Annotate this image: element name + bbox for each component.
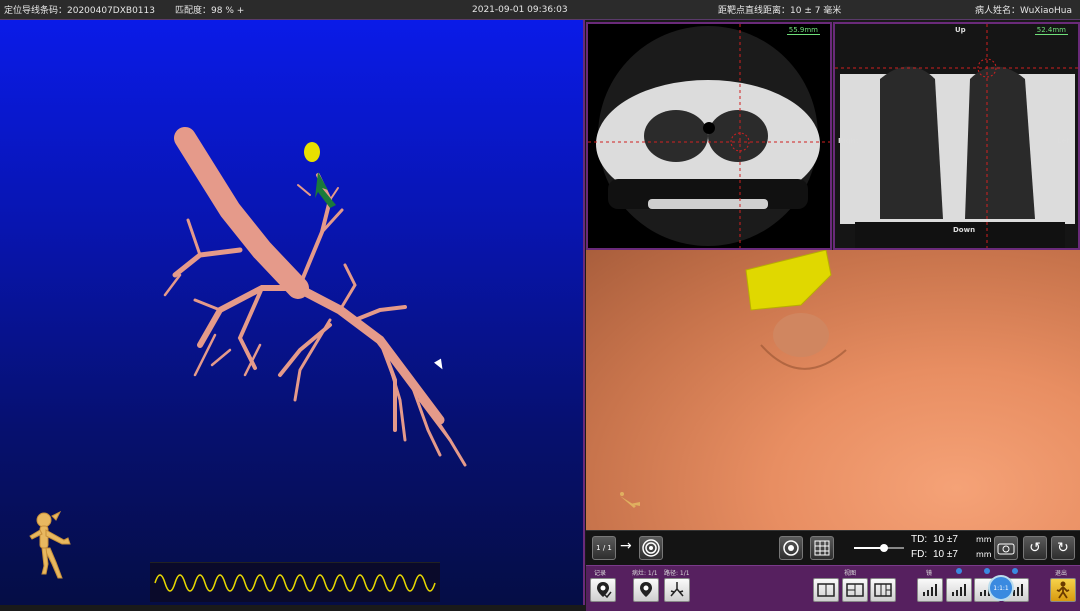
- grid-button[interactable]: [810, 536, 834, 560]
- camera-icon: [997, 543, 1015, 555]
- view-single-icon: [817, 583, 835, 597]
- fd-unit: mm: [976, 550, 992, 559]
- path-count-label: 路径: 1/1: [664, 570, 690, 577]
- ct-coronal-view[interactable]: 52.4mm Up Down Right Left: [833, 22, 1080, 250]
- td-label: TD:: [911, 534, 928, 545]
- view-single-button[interactable]: [813, 578, 839, 602]
- record-button[interactable]: [590, 578, 616, 602]
- airway-3d-view[interactable]: [0, 20, 585, 605]
- rotate-left-icon: ↺: [1029, 540, 1041, 556]
- bottom-toolbar: 记录 病灶: 1/1 路径: 1/1 视图 镜 1:1:1 退出: [586, 565, 1080, 611]
- airway-tree-model: [163, 127, 467, 467]
- exit-label: 退出: [1055, 570, 1068, 577]
- coronal-up-label: Up: [955, 26, 966, 34]
- navigate-icon: [783, 540, 799, 556]
- coronal-right-label: Right: [838, 137, 860, 145]
- respiration-waveform: [150, 562, 440, 602]
- orientation-figure-icon: [29, 510, 71, 579]
- fd-label: FD:: [911, 549, 928, 560]
- navigate-button[interactable]: [779, 536, 803, 560]
- zoom-slider-thumb[interactable]: [880, 544, 888, 552]
- td-unit: mm: [976, 535, 992, 544]
- endoscopy-figure-icon: [620, 492, 640, 508]
- step-button[interactable]: 1 / 1: [592, 536, 616, 560]
- view-triple-button[interactable]: [870, 578, 896, 602]
- coronal-down-label: Down: [953, 226, 976, 234]
- exit-button[interactable]: [1050, 578, 1076, 602]
- step-label: 1 / 1: [596, 544, 612, 552]
- target-distance-text: 距靶点直线距离：10 ± 7 毫米: [718, 6, 842, 16]
- endoscopy-control-bar: 1 / 1 → TD: 10 ±7 mm FD: 10 ±7 mm ↺ ↻: [586, 530, 1080, 565]
- target-button[interactable]: [639, 536, 663, 560]
- datetime-text: 2021-09-01 09:36:03: [472, 4, 568, 15]
- timer-badge[interactable]: 1:1:1: [988, 575, 1014, 601]
- view-double-icon: [846, 583, 864, 597]
- scope-label: 镜: [926, 570, 933, 577]
- patient-name-text: 病人姓名：WuXiaoHua: [975, 6, 1072, 16]
- camera-button[interactable]: [994, 536, 1018, 560]
- status-bar: 定位导线条码：20200407DXB0113 匹配度：98 % + 2021-0…: [0, 0, 1080, 20]
- virtual-endoscopy-view[interactable]: [586, 250, 1080, 530]
- axial-scale-label: 55.9mm: [786, 26, 820, 35]
- endoscopy-scene: [620, 250, 847, 508]
- zoom-slider[interactable]: [854, 544, 904, 552]
- path-button[interactable]: [664, 578, 690, 602]
- view-triple-icon: [874, 583, 892, 597]
- record-label: 记录: [594, 570, 607, 577]
- match-rate-text: 匹配度：98 % +: [175, 6, 245, 16]
- location-pin-icon: [597, 582, 612, 599]
- view-double-button[interactable]: [842, 578, 868, 602]
- scope-signal-2-button[interactable]: [946, 578, 972, 602]
- rotate-left-button[interactable]: ↺: [1023, 536, 1047, 560]
- lesion-count-label: 病灶: 1/1: [632, 570, 658, 577]
- signal-icon: [923, 584, 937, 596]
- lesion-button[interactable]: [633, 578, 659, 602]
- scope-status-dot: [956, 568, 962, 574]
- ct-axial-image: [588, 24, 830, 248]
- rotate-right-icon: ↻: [1057, 540, 1069, 556]
- target-icon: [642, 539, 660, 557]
- scope-status-dot: [984, 568, 990, 574]
- td-value: 10 ±7: [933, 534, 958, 545]
- arrow-right-icon: →: [620, 538, 632, 554]
- fd-value: 10 ±7: [933, 549, 958, 560]
- scope-signal-1-button[interactable]: [917, 578, 943, 602]
- ct-coronal-image: [835, 24, 1078, 248]
- rotate-right-button[interactable]: ↻: [1051, 536, 1075, 560]
- bronchus-icon: [670, 582, 684, 597]
- target-lesion: [304, 142, 320, 162]
- scope-status-dot: [1012, 568, 1018, 574]
- timer-badge-text: 1:1:1: [993, 584, 1009, 592]
- barcode-text: 定位导线条码：20200407DXB0113: [4, 6, 155, 16]
- ct-axial-view[interactable]: 55.9mm: [586, 22, 832, 250]
- grid-icon: [814, 540, 830, 556]
- coronal-scale-label: 52.4mm: [1034, 26, 1068, 35]
- view-label: 视图: [844, 570, 857, 577]
- exit-person-icon: [1056, 581, 1070, 599]
- lesion-pin-icon: [640, 582, 652, 597]
- signal-icon: [952, 584, 966, 596]
- coronal-left-label: Left: [1057, 137, 1073, 145]
